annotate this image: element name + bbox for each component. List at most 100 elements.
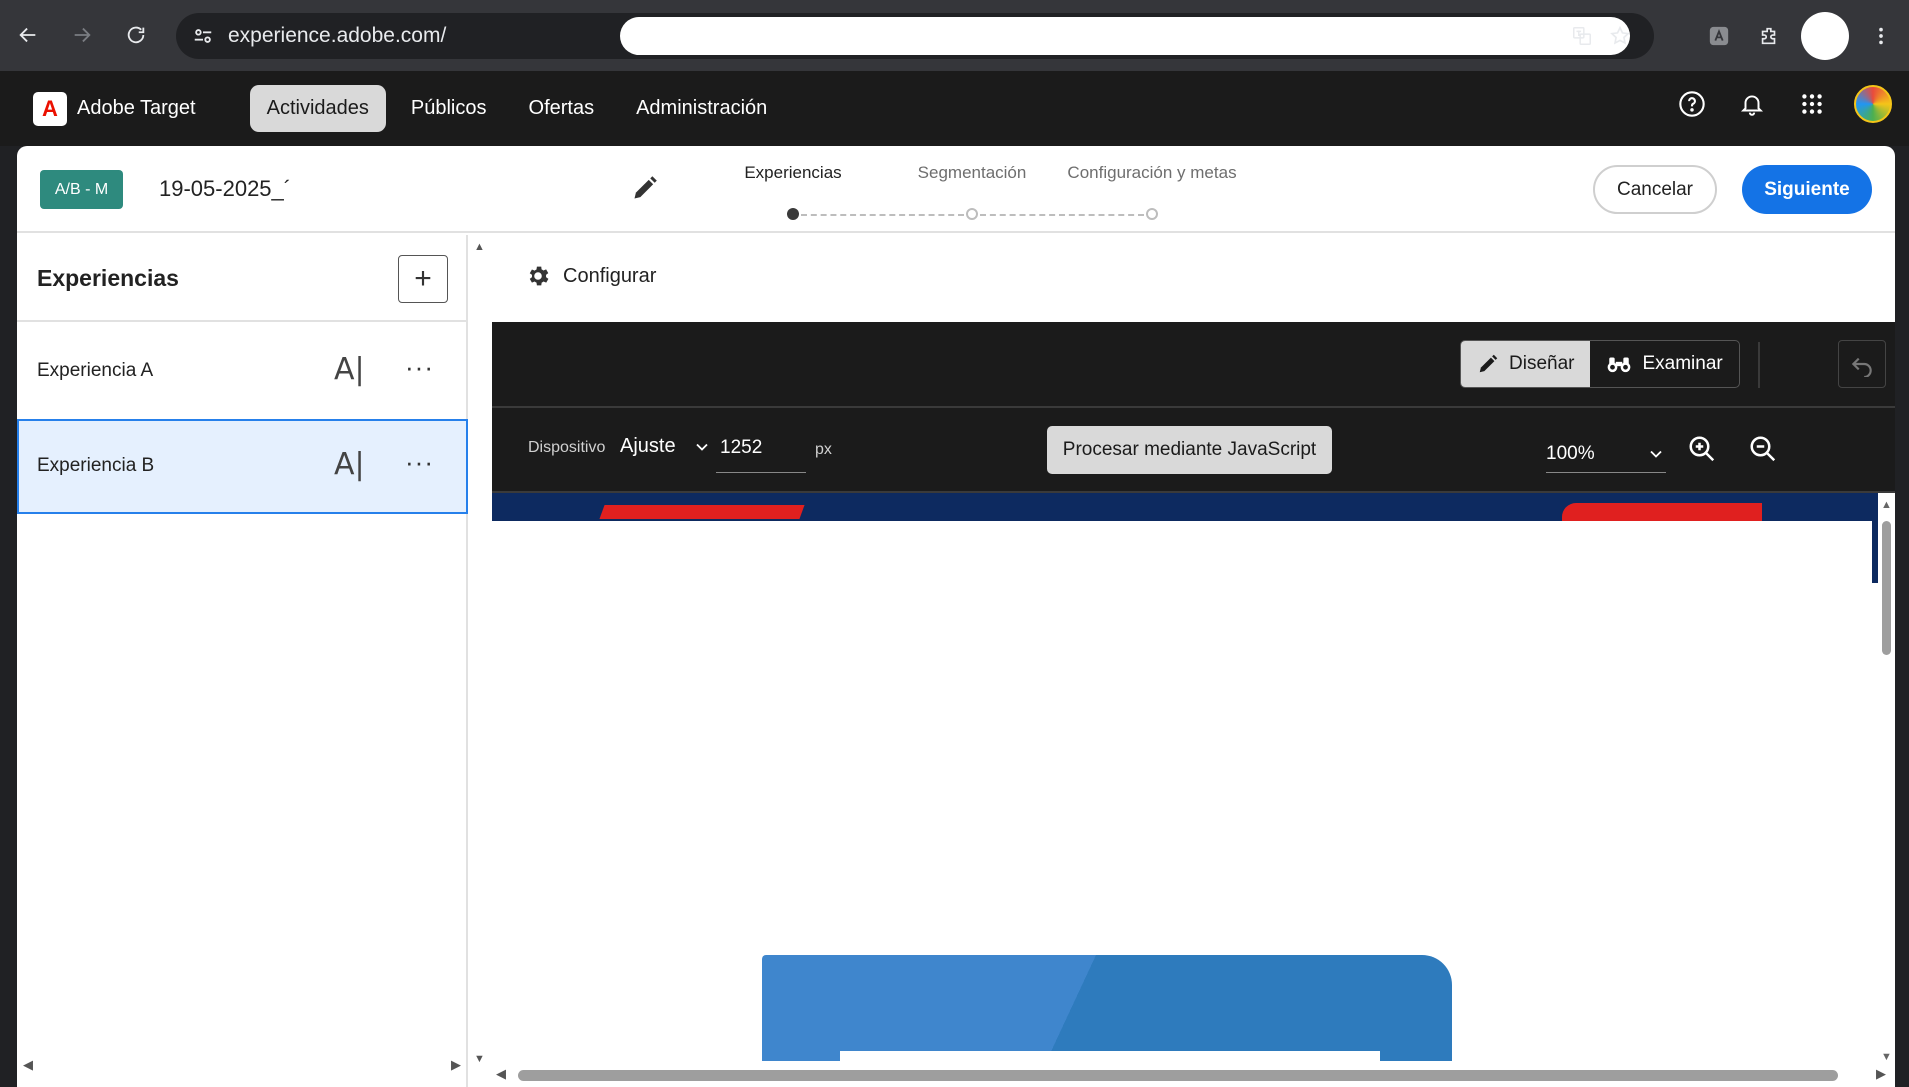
preview-vertical-scrollbar[interactable]: ▲ ▼ — [1878, 493, 1895, 1067]
notifications-bell-icon[interactable] — [1734, 86, 1770, 122]
rename-text-icon[interactable]: A| — [334, 447, 365, 482]
chrome-menu-icon[interactable] — [1863, 18, 1899, 54]
address-bar[interactable]: experience.adobe.com/ — [176, 13, 1654, 59]
adobe-logo[interactable]: A — [33, 91, 67, 126]
cancel-button[interactable]: Cancelar — [1593, 165, 1717, 214]
adobe-extension-icon[interactable] — [1701, 18, 1737, 54]
preview-promo-block — [762, 955, 1452, 1067]
step-dot — [966, 208, 978, 220]
device-toolbar: Dispositivo Ajuste 1252 px Procesar medi… — [492, 408, 1895, 493]
configure-label: Configurar — [563, 264, 657, 287]
mode-switch: Diseñar Examinar — [1460, 340, 1740, 388]
user-avatar[interactable] — [1854, 85, 1892, 123]
help-icon[interactable] — [1674, 86, 1710, 122]
scroll-left-arrow-icon[interactable]: ◀ — [496, 1066, 506, 1082]
gear-icon — [529, 266, 549, 286]
browse-mode-button[interactable]: Examinar — [1590, 341, 1738, 387]
experience-item-a[interactable]: Experiencia A A| ··· — [17, 324, 468, 419]
activity-name: 19-05-2025_´ — [159, 176, 292, 201]
editor-mode-toolbar: Diseñar Examinar — [492, 322, 1895, 408]
scroll-right-arrow-icon[interactable]: ▶ — [451, 1057, 461, 1073]
experience-label: Experiencia A — [37, 360, 154, 381]
configure-button[interactable]: Configurar — [525, 263, 656, 289]
app-name[interactable]: Adobe Target — [77, 97, 196, 120]
step-experiencias[interactable]: Experiencias — [744, 163, 841, 183]
forward-icon[interactable] — [64, 17, 100, 53]
undo-icon — [1851, 357, 1872, 377]
configure-row: Configurar — [470, 235, 1895, 322]
experiences-panel: Experiencias + Experiencia A A| ··· Expe… — [17, 235, 468, 1087]
experiences-title: Experiencias — [37, 265, 179, 291]
nav-actividades[interactable]: Actividades — [249, 85, 386, 132]
step-dot — [1146, 208, 1158, 220]
chevron-down-icon — [1650, 450, 1662, 458]
workflow-steps: Experiencias Segmentación Configuración … — [717, 163, 1257, 220]
next-button[interactable]: Siguiente — [1742, 165, 1872, 214]
more-options-icon[interactable]: ··· — [405, 447, 434, 478]
page-preview-canvas[interactable] — [492, 493, 1878, 1067]
app-switcher-grid-icon[interactable] — [1794, 86, 1830, 122]
app-header: A Adobe Target Actividades Públicos Ofer… — [0, 71, 1909, 146]
top-nav: Actividades Públicos Ofertas Administrac… — [249, 85, 785, 132]
logo-letter: A — [42, 95, 58, 121]
experiences-panel-header: Experiencias + — [17, 235, 466, 322]
width-input[interactable]: 1252 — [716, 435, 806, 473]
design-mode-label: Diseñar — [1509, 353, 1575, 374]
device-value: Ajuste — [620, 435, 676, 457]
redacted-content — [492, 521, 1872, 583]
device-label: Dispositivo — [528, 439, 606, 456]
scroll-up-arrow-icon[interactable]: ▲ — [1881, 499, 1892, 511]
scroll-right-arrow-icon[interactable]: ▶ — [1876, 1066, 1886, 1082]
step-connector — [980, 214, 1144, 216]
nav-administracion[interactable]: Administración — [619, 85, 784, 132]
activity-type-badge: A/B - M — [40, 170, 123, 209]
zoom-value: 100% — [1546, 442, 1595, 464]
add-experience-button[interactable]: + — [398, 255, 448, 303]
width-unit: px — [815, 441, 832, 458]
rename-text-icon[interactable]: A| — [334, 352, 365, 387]
activity-editor-card: A/B - M 19-05-2025_´ Experiencias Segmen… — [17, 146, 1895, 1087]
preview-header-banner — [492, 493, 1878, 583]
browse-mode-label: Examinar — [1642, 353, 1723, 374]
pencil-icon — [1479, 354, 1498, 373]
step-dot-current — [787, 208, 799, 220]
edit-name-pencil-icon[interactable] — [631, 174, 661, 204]
banner-stripe — [599, 505, 805, 519]
nav-ofertas[interactable]: Ofertas — [512, 85, 612, 132]
back-icon[interactable] — [10, 17, 46, 53]
zoom-select[interactable]: 100% — [1546, 435, 1666, 473]
design-mode-button[interactable]: Diseñar — [1461, 341, 1591, 387]
redacted-url — [620, 17, 1630, 55]
nav-publicos[interactable]: Públicos — [394, 85, 504, 132]
undo-button[interactable] — [1838, 340, 1886, 388]
scroll-left-arrow-icon[interactable]: ◀ — [23, 1057, 33, 1073]
step-connector — [801, 214, 964, 216]
chevron-down-icon — [695, 443, 708, 451]
reload-icon[interactable] — [118, 17, 154, 53]
experience-item-b[interactable]: Experiencia B A| ··· — [17, 419, 468, 514]
zoom-out-icon[interactable] — [1748, 434, 1782, 468]
site-settings-icon[interactable] — [190, 23, 216, 49]
binoculars-icon — [1608, 357, 1631, 373]
extensions-icon[interactable] — [1751, 18, 1787, 54]
translate-icon[interactable] — [1568, 22, 1596, 50]
editor-frame: Diseñar Examinar Dispositivo Ajuste 1252… — [492, 322, 1895, 1087]
scrollbar-thumb[interactable] — [1882, 521, 1891, 655]
device-select[interactable]: Ajuste — [620, 435, 712, 458]
scrollbar-thumb[interactable] — [518, 1070, 1838, 1081]
toolbar-divider — [1758, 342, 1760, 388]
preview-horizontal-scrollbar[interactable]: ◀ ▶ — [492, 1061, 1895, 1087]
step-configuracion[interactable]: Configuración y metas — [1067, 163, 1236, 183]
visual-editor-area: ▲ ▼ Configurar Diseñar Examinar Disposit… — [470, 235, 1895, 1087]
browser-toolbar: experience.adobe.com/ — [0, 0, 1909, 71]
zoom-in-icon[interactable] — [1687, 434, 1721, 468]
profile-avatar[interactable] — [1801, 12, 1849, 60]
scroll-down-arrow-icon[interactable]: ▼ — [474, 1053, 485, 1065]
url-text: experience.adobe.com/ — [228, 24, 447, 47]
bookmark-star-icon[interactable] — [1606, 22, 1634, 50]
step-segmentacion[interactable]: Segmentación — [918, 163, 1027, 183]
render-javascript-button[interactable]: Procesar mediante JavaScript — [1047, 426, 1332, 474]
activity-bar: A/B - M 19-05-2025_´ Experiencias Segmen… — [17, 146, 1895, 233]
experience-label: Experiencia B — [37, 455, 155, 476]
more-options-icon[interactable]: ··· — [405, 352, 434, 383]
